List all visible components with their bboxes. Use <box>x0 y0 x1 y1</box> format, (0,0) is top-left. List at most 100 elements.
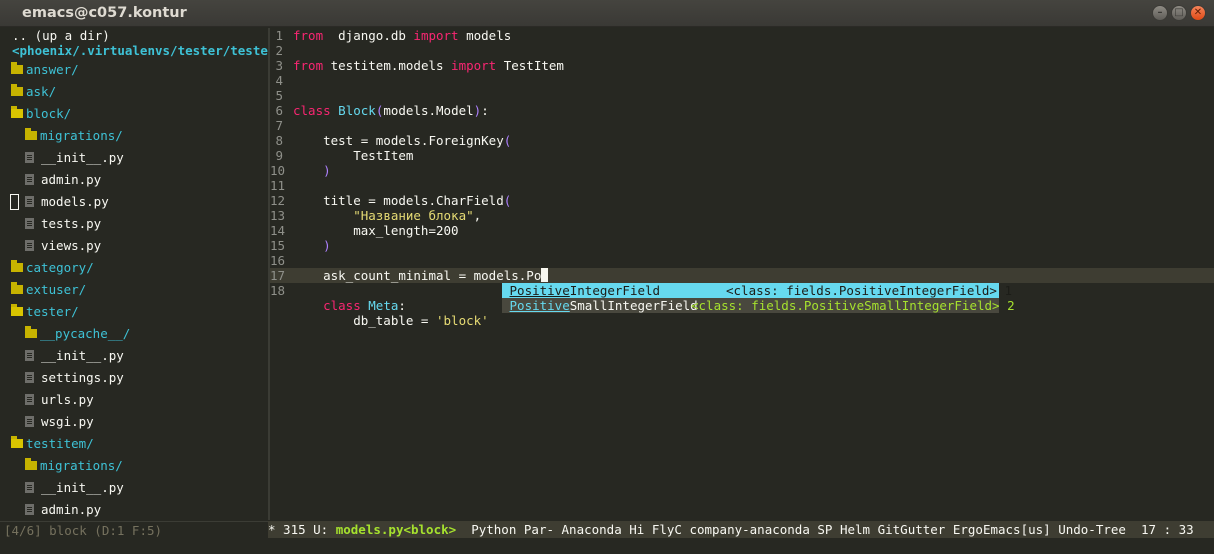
tree-item-label: tests.py <box>41 216 102 231</box>
code-text: from django.db import models <box>293 28 512 43</box>
tree-dir-item[interactable]: tester/ <box>11 301 79 323</box>
line-number: 4 <box>275 73 283 88</box>
line-number: 9 <box>275 148 283 163</box>
text-cursor <box>541 268 549 282</box>
window-title: emacs@c057.kontur <box>22 5 187 21</box>
tree-file-item[interactable]: admin.py <box>25 169 101 191</box>
code-line: 6 class Block(models.Model): <box>270 103 1214 118</box>
code-line: 15 ) <box>270 238 1214 253</box>
code-line: 9 TestItem <box>270 148 1214 163</box>
tree-file-item[interactable]: tests.py <box>25 213 101 235</box>
code-line: 11 <box>270 178 1214 193</box>
close-button[interactable]: ✕ <box>1190 5 1206 21</box>
code-text: from testitem.models import TestItem <box>293 58 564 73</box>
code-line: 7 <box>270 118 1214 133</box>
file-icon <box>25 196 34 207</box>
tree-item-label: wsgi.py <box>41 414 94 429</box>
code-line: 17 ask_count_minimal = models.Po <box>270 268 1214 283</box>
file-icon <box>25 372 34 383</box>
tree-item-label: __pycache__/ <box>40 326 131 341</box>
tree-dir-item[interactable]: category/ <box>11 257 94 279</box>
tree-item-label: admin.py <box>41 172 102 187</box>
line-number: 10 <box>270 163 286 178</box>
file-icon <box>25 504 34 515</box>
line-number: 5 <box>275 88 283 103</box>
code-line: 1 from django.db import models <box>270 28 1214 43</box>
tree-item-label: views.py <box>41 238 102 253</box>
folder-icon <box>25 128 37 140</box>
tree-item-label: extuser/ <box>26 282 87 297</box>
tree-cursor <box>10 194 19 210</box>
code-line: 3 from testitem.models import TestItem <box>270 58 1214 73</box>
line-number: 15 <box>270 238 286 253</box>
line-number: 3 <box>275 58 283 73</box>
tree-file-item[interactable]: models.py <box>25 191 109 213</box>
file-icon <box>25 218 34 229</box>
file-icon <box>25 482 34 493</box>
tree-dir-item[interactable]: extuser/ <box>11 279 86 301</box>
tree-file-item[interactable]: urls.py <box>25 389 94 411</box>
code-editor[interactable]: 1 from django.db import models 2 3 from test… <box>270 28 1214 520</box>
line-number: 17 <box>270 268 286 283</box>
tree-dir-item[interactable]: block/ <box>11 103 71 125</box>
tree-dir-item[interactable]: ask/ <box>11 81 56 103</box>
folder-icon <box>25 458 37 470</box>
tree-item-label: migrations/ <box>40 458 123 473</box>
folder-icon <box>11 260 23 272</box>
tree-item-label: settings.py <box>41 370 124 385</box>
tree-dir-item[interactable]: testitem/ <box>11 433 94 455</box>
code-text: ) <box>323 163 331 178</box>
line-number: 13 <box>270 208 286 223</box>
folder-icon <box>11 282 23 294</box>
code-line: 10 ) <box>270 163 1214 178</box>
file-tree: .. (up a dir) <phoenix/.virtualenvs/test… <box>0 28 268 520</box>
minibuffer[interactable] <box>0 538 1214 554</box>
tree-file-item[interactable]: __init__.py <box>25 477 124 499</box>
tree-file-item[interactable]: settings.py <box>25 367 124 389</box>
modeline-buffer-name[interactable]: models.py<block> <box>336 522 456 537</box>
code-line: 14 max_length=200 <box>270 223 1214 238</box>
code-text: test = models.ForeignKey( <box>293 133 512 148</box>
tree-dir-item[interactable]: answer/ <box>11 59 79 81</box>
line-number: 16 <box>270 253 286 268</box>
completion-annotation: <class: fields.PositiveIntegerField> 1 <box>726 283 1012 298</box>
code-text: db_table = 'block' <box>293 313 489 328</box>
window-controls: – □ ✕ <box>1152 5 1206 21</box>
line-number: 12 <box>270 193 286 208</box>
code-line: 4 <box>270 73 1214 88</box>
tree-dir-item[interactable]: migrations/ <box>25 455 123 477</box>
line-number: 2 <box>275 43 283 58</box>
line-number: 14 <box>270 223 286 238</box>
tree-item-label: answer/ <box>26 62 79 77</box>
code-text: ) <box>323 238 331 253</box>
tree-item-label: migrations/ <box>40 128 123 143</box>
completion-annotation: <class: fields.PositiveSmallIntegerField… <box>691 298 1015 313</box>
tree-file-item[interactable]: wsgi.py <box>25 411 94 433</box>
line-number: 11 <box>270 178 286 193</box>
completion-candidate[interactable]: PositiveIntegerField <class: fields.Posit… <box>502 283 1012 298</box>
code-line: 8 test = models.ForeignKey( <box>270 133 1214 148</box>
modeline-modes[interactable]: Python Par- Anaconda Hi FlyC company-ana… <box>456 522 1126 537</box>
folder-icon <box>11 62 23 74</box>
completion-candidate[interactable]: PositiveSmallIntegerField <class: fields.… <box>502 298 1015 313</box>
tree-file-item[interactable]: __init__.py <box>25 147 124 169</box>
file-icon <box>25 174 34 185</box>
tree-file-item[interactable]: admin.py <box>25 499 101 520</box>
tree-up-dir[interactable]: .. (up a dir) <box>12 28 110 43</box>
maximize-button[interactable]: □ <box>1171 5 1187 21</box>
code-line: 12 title = models.CharField( <box>270 193 1214 208</box>
tree-dir-item[interactable]: migrations/ <box>25 125 123 147</box>
modeline-position: 17 : 33 Top <box>1141 522 1194 537</box>
file-icon <box>25 350 34 361</box>
tree-file-item[interactable]: views.py <box>25 235 101 257</box>
tree-dir-item[interactable]: __pycache__/ <box>25 323 130 345</box>
code-text: ask_count_minimal = models.Po <box>293 268 549 283</box>
minimize-button[interactable]: – <box>1152 5 1168 21</box>
line-number: 7 <box>275 118 283 133</box>
code-line: 5 <box>270 88 1214 103</box>
folder-open-icon <box>11 304 23 316</box>
line-number: 6 <box>275 103 283 118</box>
tree-item-label: models.py <box>41 194 109 209</box>
tree-file-item[interactable]: __init__.py <box>25 345 124 367</box>
folder-icon <box>11 84 23 96</box>
